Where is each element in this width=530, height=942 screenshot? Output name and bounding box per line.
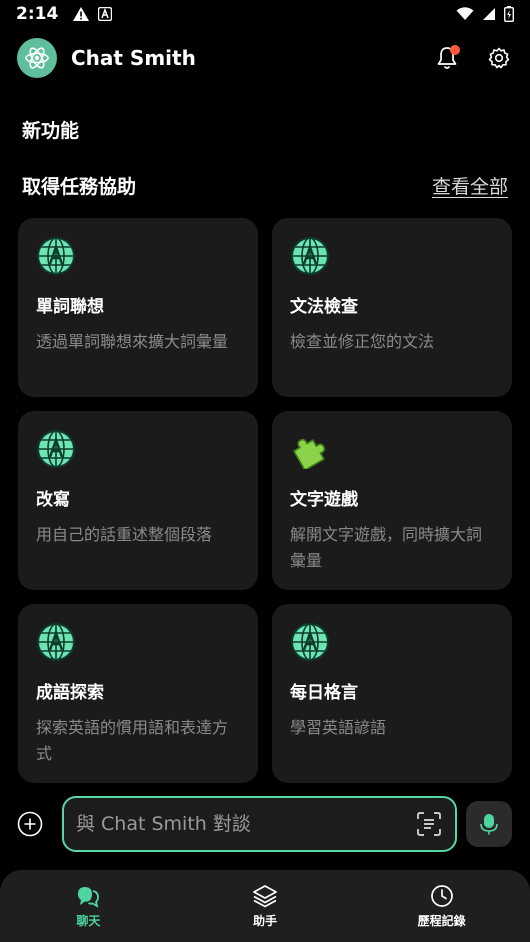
card-title: 改寫 bbox=[36, 490, 70, 510]
card-description: 探索英語的慣用語和表達方式 bbox=[36, 718, 229, 763]
task-card-word-association[interactable]: 單詞聯想 透過單詞聯想來擴大詞彙量 bbox=[18, 218, 258, 397]
notification-a-icon bbox=[98, 7, 113, 21]
card-title: 文字遊戲 bbox=[290, 490, 358, 510]
nav-tab-assistant[interactable]: 助手 bbox=[177, 870, 354, 942]
task-card-rewrite[interactable]: 改寫 用自己的話重述整個段落 bbox=[18, 411, 258, 590]
section-tasks-title: 取得任務協助 bbox=[22, 176, 137, 198]
card-description: 透過單詞聯想來擴大詞彙量 bbox=[36, 332, 229, 351]
globe-icon bbox=[37, 623, 75, 661]
plus-circle-icon bbox=[17, 811, 43, 837]
puzzle-icon bbox=[292, 438, 326, 469]
notification-dot bbox=[450, 45, 460, 55]
microphone-icon bbox=[480, 814, 498, 835]
nav-label: 歷程記錄 bbox=[417, 914, 466, 928]
globe-icon bbox=[291, 623, 329, 661]
bottom-navigation: 聊天 助手 歷程記錄 bbox=[0, 870, 530, 942]
chat-bubble-icon bbox=[78, 887, 100, 908]
chat-input-bar bbox=[0, 796, 530, 852]
battery-icon bbox=[504, 6, 514, 22]
app-title: Chat Smith bbox=[71, 46, 196, 70]
task-card-grammar-check[interactable]: 文法檢查 檢查並修正您的文法 bbox=[272, 218, 512, 397]
chat-input-box bbox=[62, 796, 457, 852]
app-header: Chat Smith bbox=[17, 36, 513, 80]
status-time: 2:14 bbox=[16, 4, 59, 24]
layers-icon bbox=[253, 885, 277, 908]
nav-tab-chat[interactable]: 聊天 bbox=[0, 870, 177, 942]
card-description: 學習英語諺語 bbox=[290, 718, 387, 737]
gear-icon bbox=[488, 47, 510, 69]
view-all-link[interactable]: 查看全部 bbox=[432, 172, 508, 199]
add-attachment-button[interactable] bbox=[16, 810, 44, 838]
atom-icon bbox=[25, 47, 49, 69]
chat-input[interactable] bbox=[76, 813, 415, 835]
status-bar: 2:14 bbox=[0, 0, 530, 28]
task-card-word-game[interactable]: 文字遊戲 解開文字遊戲，同時擴大詞彙量 bbox=[272, 411, 512, 590]
settings-button[interactable] bbox=[485, 44, 513, 72]
card-title: 成語探索 bbox=[36, 683, 104, 703]
app-logo bbox=[17, 38, 57, 78]
notifications-button[interactable] bbox=[433, 44, 461, 72]
warning-icon bbox=[73, 7, 90, 21]
nav-label: 助手 bbox=[253, 914, 278, 928]
nav-tab-history[interactable]: 歷程記錄 bbox=[353, 870, 530, 942]
nav-label: 聊天 bbox=[76, 914, 101, 928]
scan-text-button[interactable] bbox=[415, 810, 443, 838]
card-title: 單詞聯想 bbox=[36, 297, 104, 317]
section-new-features-title: 新功能 bbox=[22, 120, 80, 142]
card-title: 文法檢查 bbox=[290, 297, 358, 317]
card-description: 檢查並修正您的文法 bbox=[290, 332, 435, 351]
globe-icon bbox=[291, 237, 329, 275]
card-description: 用自己的話重述整個段落 bbox=[36, 525, 213, 544]
card-description: 解開文字遊戲，同時擴大詞彙量 bbox=[290, 525, 483, 570]
wifi-icon bbox=[456, 7, 474, 20]
task-card-daily-quote[interactable]: 每日格言 學習英語諺語 bbox=[272, 604, 512, 783]
signal-icon bbox=[483, 8, 495, 20]
task-card-idiom-explore[interactable]: 成語探索 探索英語的慣用語和表達方式 bbox=[18, 604, 258, 783]
card-title: 每日格言 bbox=[290, 683, 358, 703]
task-cards-grid: 單詞聯想 透過單詞聯想來擴大詞彙量 文法檢查 檢查並修正您的文法 改寫 用自己的… bbox=[18, 218, 512, 783]
scan-icon bbox=[417, 812, 441, 836]
clock-icon bbox=[430, 885, 453, 907]
globe-icon bbox=[37, 237, 75, 275]
voice-input-button[interactable] bbox=[466, 801, 512, 847]
globe-icon bbox=[37, 430, 75, 468]
section-tasks-header: 取得任務協助 查看全部 bbox=[22, 172, 508, 199]
